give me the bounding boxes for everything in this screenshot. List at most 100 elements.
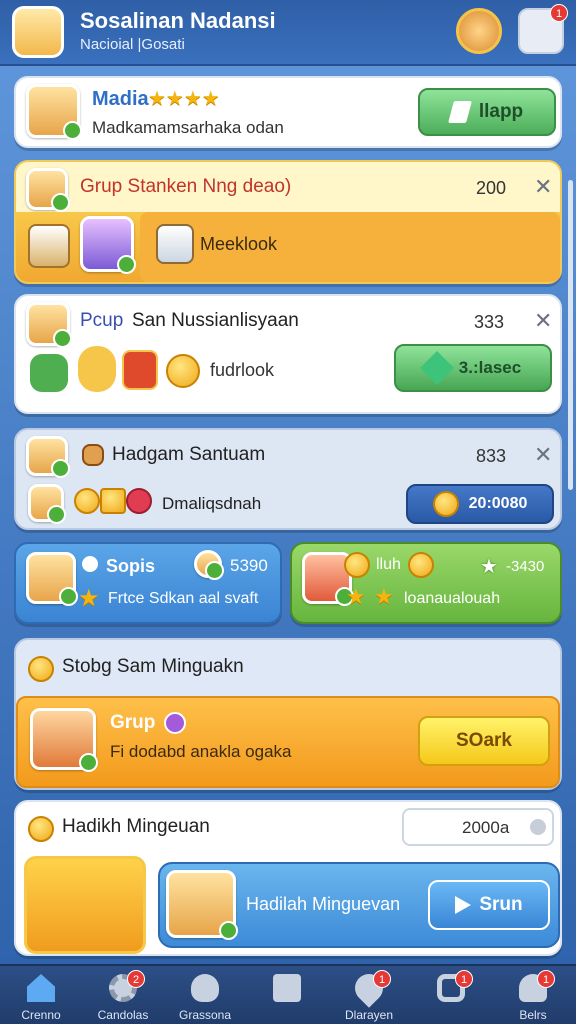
nav-inbox[interactable]: [246, 966, 328, 1024]
sopis-icon: [82, 556, 98, 572]
pcup-action-label: 3.:lasec: [458, 358, 522, 377]
gem-icon: [164, 712, 186, 734]
coin-icon: [432, 491, 459, 517]
reward-banner-label: Hadilah Minguevan: [246, 894, 401, 914]
home-icon: [27, 974, 55, 1002]
app-subtitle: Nacioial |Gosati: [80, 36, 185, 53]
nav-label: Dlarayen: [344, 1008, 394, 1022]
nav-label: Grassona: [178, 1008, 232, 1022]
club-name: lluh: [376, 556, 401, 573]
reward-amount-input[interactable]: 2000a: [402, 808, 554, 846]
share-arrow-icon: [455, 896, 472, 914]
reward-banner-avatar: [166, 870, 238, 940]
ruby-icon: [126, 488, 152, 514]
pcup-item-label: fudrlook: [210, 360, 275, 380]
hadgam-value-button[interactable]: 20:0080: [406, 484, 554, 524]
sopis-avatar: [26, 552, 78, 606]
media-card: Madia ★★★★ Madkamamsarhaka odan llapp: [14, 76, 562, 148]
hadgam-title: Hadgam Santuam: [112, 444, 266, 465]
hadgam-item-label: Dmaliqsdnah: [162, 494, 262, 513]
club-description: loanaualouah: [404, 590, 501, 607]
treasure-avatar: [24, 856, 146, 954]
notification-badge: 1: [550, 4, 568, 22]
weekly-start-button[interactable]: SOark: [418, 716, 550, 766]
face-icon: [191, 974, 219, 1002]
reward-amount-value: 2000a: [462, 818, 510, 837]
reward-go-button[interactable]: Srun: [428, 880, 550, 930]
member-avatar: [80, 216, 136, 274]
app-header: Sosalinan Nadansi Nacioial |Gosati 1: [0, 0, 576, 66]
pcup-avatar: [26, 302, 72, 348]
scrollbar[interactable]: [568, 180, 573, 490]
rating-stars: ★★★★: [148, 88, 220, 110]
weekly-card: Stobg Sam Minguakn Grup Fi dodabd anakla…: [14, 638, 562, 790]
pcup-action-button[interactable]: 3.:lasec: [394, 344, 552, 392]
pcup-title-prefix: Pcup: [80, 310, 124, 331]
nav-badge: 1: [537, 970, 555, 988]
weekly-title: Stobg Sam Minguakn: [62, 656, 244, 677]
hadgam-member-avatar: [28, 484, 66, 524]
pcup-title: San Nussianlisyaan: [132, 310, 299, 331]
group-count: 200: [476, 178, 507, 198]
user-avatar[interactable]: [12, 6, 64, 58]
sopis-description: Frtce Sdkan aal svaft: [108, 590, 259, 607]
nav-friends[interactable]: Grassona: [164, 966, 246, 1024]
weekly-description: Fi dodabd anakla ogaka: [110, 742, 292, 761]
hadgam-close-icon[interactable]: ✕: [534, 442, 552, 468]
app-title: Sosalinan Nadansi: [80, 8, 276, 33]
badge-icon: [82, 444, 104, 466]
coin-icon: [28, 656, 54, 682]
star-icon: ★: [374, 584, 394, 609]
group-close-icon[interactable]: ✕: [534, 174, 552, 200]
reward-banner[interactable]: Hadilah Minguevan Srun: [158, 862, 560, 948]
lantern-icon: [122, 350, 158, 390]
reward-card: Hadikh Mingeuan 2000a Hadilah Minguevan …: [14, 800, 562, 956]
green-star-icon: ★: [480, 556, 498, 578]
bear-icon: [78, 346, 116, 392]
hadgam-avatar: [26, 436, 70, 478]
nav-label: Candolas: [97, 1008, 149, 1022]
nav-badge: 1: [455, 970, 473, 988]
pcup-close-icon[interactable]: ✕: [534, 308, 552, 334]
club-card[interactable]: lluh ★ -3430 ★ ★ loanaualouah: [290, 542, 562, 624]
star-icon: ★: [78, 585, 100, 612]
nav-badge: 2: [127, 970, 145, 988]
coin-icon: [344, 552, 370, 578]
media-avatar: [26, 84, 82, 140]
nav-label: Crenno: [21, 1008, 61, 1022]
profile-button[interactable]: [456, 8, 502, 54]
toolbox-icon: [28, 224, 70, 268]
pcup-card: Pcup San Nussianlisyaan 333 ✕ fudrlook 3…: [14, 294, 562, 414]
media-action-button[interactable]: llapp: [418, 88, 556, 136]
club-count: -3430: [506, 558, 545, 575]
sopis-name: Sopis: [106, 556, 156, 576]
gem-icon: [419, 351, 454, 385]
reward-go-label: Srun: [479, 894, 523, 915]
nav-settings[interactable]: 2 Candolas: [82, 966, 164, 1024]
clear-icon[interactable]: [530, 819, 546, 835]
weekly-start-label: SOark: [456, 730, 512, 751]
share-icon: [447, 101, 472, 123]
message-button[interactable]: 1: [518, 4, 568, 54]
dragon-icon: [30, 354, 68, 392]
coin-icon: [408, 552, 434, 578]
nav-badge: 1: [373, 970, 391, 988]
media-action-label: llapp: [478, 101, 524, 122]
nav-home[interactable]: Crenno: [0, 966, 82, 1024]
group-card: Grup Stanken Nng deao) 200 ✕ Meeklook: [14, 160, 562, 284]
weekly-grup-label: Grup: [110, 712, 156, 733]
nav-chat[interactable]: 1: [410, 966, 492, 1024]
pcup-count: 333: [474, 312, 505, 332]
sopis-small-avatar: [194, 550, 224, 580]
nav-label: Belrs: [519, 1008, 547, 1022]
nav-profile[interactable]: 1 Belrs: [492, 966, 574, 1024]
coin-icon: [166, 354, 200, 388]
coin-icon: [100, 488, 126, 514]
group-item-label: Meeklook: [200, 234, 278, 254]
hadgam-count: 833: [476, 446, 507, 466]
sopis-card[interactable]: Sopis 5390 ★ Frtce Sdkan aal svaft: [14, 542, 282, 624]
media-name: Madia: [92, 88, 149, 110]
nav-rewards[interactable]: 1 Dlarayen: [328, 966, 410, 1024]
sopis-count: 5390: [230, 556, 268, 575]
star-icon: ★: [346, 584, 366, 609]
